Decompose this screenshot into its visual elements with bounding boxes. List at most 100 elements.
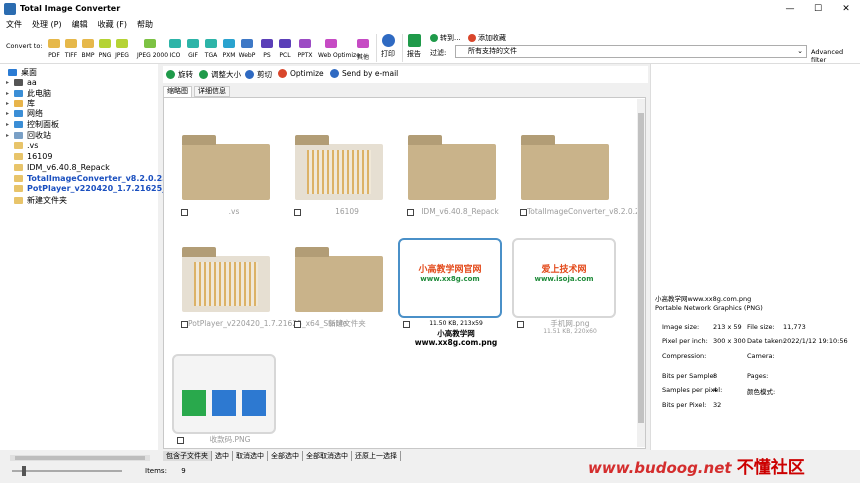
thumbnail[interactable] (172, 354, 276, 434)
selection-tab[interactable]: 取消选中 (233, 451, 268, 461)
tree-item[interactable]: ▸ 回收站 (6, 130, 51, 141)
menu-edit[interactable]: 编辑 (72, 19, 88, 30)
toolbar-separator (402, 34, 403, 62)
tree-item[interactable]: .vs (6, 141, 38, 150)
report-button[interactable]: 报告 (407, 34, 421, 59)
tree-item[interactable]: ▸ 控制面板 (6, 119, 59, 130)
format-label: BMP (81, 52, 95, 59)
menu-favorites[interactable]: 收藏 (F) (98, 19, 127, 30)
tree-item[interactable]: 桌面 (8, 67, 37, 78)
title-bar: Total Image Converter — ☐ ✕ (0, 0, 860, 17)
tab-details[interactable]: 详细信息 (194, 86, 230, 97)
convert-ico-button[interactable]: ICO (166, 39, 184, 59)
action-button[interactable]: 剪切 (245, 69, 272, 80)
tree-item-label: PotPlayer_v220420_1.7.21625_x6 (27, 184, 177, 193)
print-button[interactable]: 打印 (381, 34, 395, 59)
tree-item[interactable]: TotalImageConverter_v8.2.0.253 (6, 174, 173, 183)
select-checkbox[interactable] (403, 321, 410, 328)
selection-tab[interactable]: 包含子文件夹 (163, 451, 212, 461)
advanced-filter-link[interactable]: Advanced filter (811, 48, 860, 64)
tree-item[interactable]: ▸ 网络 (6, 108, 43, 119)
convert-ps-button[interactable]: PS (258, 39, 276, 59)
tree-item[interactable]: 16109 (6, 152, 52, 161)
select-checkbox[interactable] (517, 321, 524, 328)
menu-help[interactable]: 帮助 (137, 19, 153, 30)
add-favorite-button[interactable]: 添加收藏 (468, 33, 506, 43)
thumbnail[interactable] (515, 126, 615, 206)
slider-knob[interactable] (22, 466, 26, 476)
action-icon (166, 70, 175, 79)
filter-dropdown[interactable]: 所有支持的文件 ⌄ (455, 45, 807, 58)
gallery-scrollbar[interactable] (637, 99, 645, 447)
convert-jpeg-2000-button[interactable]: JPEG 2000 (137, 39, 168, 59)
close-button[interactable]: ✕ (832, 0, 860, 17)
convert-pptx-button[interactable]: PPTX (296, 39, 314, 59)
convert-webp-button[interactable]: WebP (238, 39, 256, 59)
info-value: 2022/1/12 19:10:56 (783, 337, 848, 345)
expand-arrow-icon[interactable]: ▸ (6, 110, 14, 117)
action-button[interactable]: Optimize (278, 69, 324, 78)
convert-jpeg-button[interactable]: JPEG (113, 39, 131, 59)
selection-tab[interactable]: 全部选中 (268, 451, 303, 461)
thumbnail[interactable]: 爱上技术网 www.isoja.com (512, 238, 616, 318)
thumbnail-size-slider[interactable] (12, 466, 122, 476)
tree-item[interactable]: 新建文件夹 (6, 195, 67, 206)
menu-process[interactable]: 处理 (P) (32, 19, 62, 30)
select-checkbox[interactable] (294, 209, 301, 216)
menu-file[interactable]: 文件 (6, 19, 22, 30)
format-icon (82, 39, 94, 48)
thumbnail[interactable] (402, 126, 502, 206)
convert-gif-button[interactable]: GIF (184, 39, 202, 59)
tree-item[interactable]: IDM_v6.40.8_Repack (6, 163, 110, 172)
thumbnail[interactable] (176, 238, 276, 318)
goto-button[interactable]: 转到... (430, 33, 461, 43)
scrollbar-thumb[interactable] (638, 113, 644, 423)
select-checkbox[interactable] (177, 437, 184, 444)
convert-web-optimize-button[interactable]: Web Optimize (318, 39, 360, 59)
convert-png-button[interactable]: PNG (96, 39, 114, 59)
format-icon (279, 39, 291, 48)
selection-tab[interactable]: 选中 (212, 451, 233, 461)
expand-arrow-icon[interactable]: ▸ (6, 100, 14, 107)
convert-bmp-button[interactable]: BMP (79, 39, 97, 59)
select-checkbox[interactable] (407, 209, 414, 216)
minimize-button[interactable]: — (776, 0, 804, 17)
thumbnail[interactable] (289, 238, 389, 318)
convert-pcl-button[interactable]: PCL (276, 39, 294, 59)
convert-其他-button[interactable]: 其他 (354, 39, 372, 61)
convert-tiff-button[interactable]: TIFF (62, 39, 80, 59)
banner-title: 爱上技术网 (541, 265, 587, 275)
image-preview: 爱上技术网 www.isoja.com (512, 238, 616, 318)
thumbnail[interactable] (176, 126, 276, 206)
action-button[interactable]: Send by e-mail (330, 69, 398, 78)
expand-arrow-icon[interactable]: ▸ (6, 79, 14, 86)
select-checkbox[interactable] (181, 321, 188, 328)
print-label: 打印 (381, 50, 395, 58)
thumbnail[interactable]: 小高教学网官网 www.xx8g.com (398, 238, 502, 318)
tree-item[interactable]: ▸ aa (6, 78, 37, 87)
expand-arrow-icon[interactable]: ▸ (6, 90, 14, 97)
folder-preview (307, 150, 371, 194)
convert-pxm-button[interactable]: PXM (220, 39, 238, 59)
select-checkbox[interactable] (294, 321, 301, 328)
tab-thumbnails[interactable]: 缩略图 (163, 86, 192, 97)
tree-horizontal-scrollbar[interactable] (10, 455, 150, 461)
action-button[interactable]: 旋转 (166, 69, 193, 80)
convert-tga-button[interactable]: TGA (202, 39, 220, 59)
print-icon (381, 34, 395, 47)
add-favorite-label: 添加收藏 (478, 34, 506, 42)
maximize-button[interactable]: ☐ (804, 0, 832, 17)
items-count: Items: 9 (145, 467, 186, 475)
select-checkbox[interactable] (520, 209, 527, 216)
select-checkbox[interactable] (181, 209, 188, 216)
action-button[interactable]: 调整大小 (199, 69, 241, 80)
selection-tab[interactable]: 还原上一选择 (352, 451, 401, 461)
expand-arrow-icon[interactable]: ▸ (6, 132, 14, 139)
watermark-cn: 不懂社区 (736, 458, 805, 478)
selection-tab[interactable]: 全部取消选中 (303, 451, 352, 461)
expand-arrow-icon[interactable]: ▸ (6, 121, 14, 128)
folder-icon (14, 110, 23, 117)
thumbnail[interactable] (289, 126, 389, 206)
tree-item[interactable]: PotPlayer_v220420_1.7.21625_x6 (6, 184, 177, 193)
convert-pdf-button[interactable]: PDF (45, 39, 63, 59)
